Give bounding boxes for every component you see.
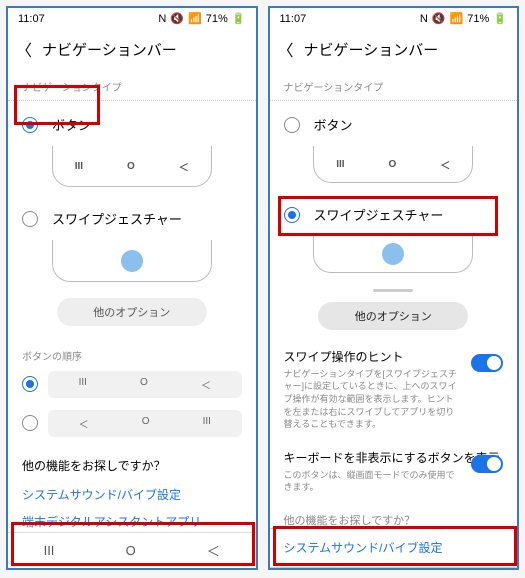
section-button-order: ボタンの順序	[8, 336, 256, 365]
radio-button[interactable]	[284, 117, 300, 133]
status-time: 11:07	[280, 13, 307, 25]
battery-icon: 🔋	[232, 12, 246, 25]
highlight-navbar	[11, 522, 255, 566]
preview-swipe-bar	[52, 240, 212, 281]
toggle-swipe-hint[interactable]	[471, 354, 503, 372]
footer-question-truncated: 他の機能をお探しですか？	[270, 504, 518, 528]
setting-swipe-hint[interactable]: スワイプ操作のヒント ナビゲーションタイプを[スワイプジェスチャー]に設定してい…	[270, 340, 518, 441]
battery-text: 71%	[206, 13, 228, 25]
nfc-icon: N	[158, 13, 166, 25]
battery-icon: 🔋	[493, 12, 507, 25]
other-options-button[interactable]: 他のオプション	[57, 298, 207, 326]
status-icons: N 🔇 📶 71% 🔋	[420, 12, 507, 25]
radio-swipe[interactable]	[22, 211, 38, 227]
order-bar-2: ＜ O III	[48, 410, 242, 437]
battery-text: 71%	[467, 13, 489, 25]
recent-icon: III	[75, 161, 83, 172]
link-system-sound[interactable]: システムサウンド/バイブ設定	[8, 480, 256, 507]
recent-icon: III	[336, 159, 344, 170]
status-icons: N 🔇 📶 71% 🔋	[158, 12, 245, 25]
setting-hide-keyboard[interactable]: キーボードを非表示にするボタンを表示 このボタンは、縦画面モードでのみ使用できま…	[270, 441, 518, 504]
back-nav-icon: ＜	[179, 159, 189, 174]
highlight-swipe-option	[278, 196, 498, 236]
status-bar: 11:07 N 🔇 📶 71% 🔋	[8, 8, 256, 29]
order-bar-1: III O ＜	[48, 371, 242, 398]
home-icon: O	[140, 377, 148, 392]
home-icon: O	[142, 416, 150, 431]
swipe-indicator-icon	[382, 243, 404, 265]
preview-swipe-bar	[313, 236, 473, 273]
setting-swipe-hint-desc: ナビゲーションタイプを[スワイプジェスチャー]に設定しているときに、上へのスワイ…	[284, 368, 504, 431]
page-header: 〈 ナビゲーションバー	[270, 29, 518, 71]
phone-left: 11:07 N 🔇 📶 71% 🔋 〈 ナビゲーションバー ナビゲーションタイプ…	[6, 6, 258, 570]
mute-icon: 🔇	[170, 12, 184, 25]
highlight-button-option	[14, 85, 100, 125]
nfc-icon: N	[420, 13, 428, 25]
option-button-label: ボタン	[314, 115, 353, 134]
section-nav-type: ナビゲーションタイプ	[270, 71, 518, 101]
status-bar: 11:07 N 🔇 📶 71% 🔋	[270, 8, 518, 29]
back-nav-icon: ＜	[440, 157, 450, 172]
radio-order-2[interactable]	[22, 415, 38, 431]
back-nav-icon: ＜	[79, 416, 89, 431]
radio-order-1[interactable]	[22, 376, 38, 392]
status-time: 11:07	[18, 13, 45, 25]
back-nav-icon: ＜	[201, 377, 211, 392]
preview-button-bar: III O ＜	[52, 146, 212, 187]
signal-icon: 📶	[188, 12, 202, 25]
home-icon: O	[127, 161, 135, 172]
recent-icon: III	[203, 416, 211, 431]
preview-button-bar: III O ＜	[313, 146, 473, 183]
home-icon: O	[389, 159, 397, 170]
back-icon[interactable]: 〈	[278, 37, 294, 61]
page-header: 〈 ナビゲーションバー	[8, 29, 256, 71]
swipe-indicator-icon	[121, 250, 143, 272]
option-swipe[interactable]: スワイプジェスチャー	[8, 199, 256, 238]
toggle-hide-keyboard[interactable]	[471, 455, 503, 473]
signal-icon: 📶	[450, 12, 464, 25]
recent-icon: III	[79, 377, 87, 392]
mute-icon: 🔇	[432, 12, 446, 25]
phone-right: 11:07 N 🔇 📶 71% 🔋 〈 ナビゲーションバー ナビゲーションタイプ…	[268, 6, 520, 570]
option-button[interactable]: ボタン	[270, 105, 518, 144]
other-options-button[interactable]: 他のオプション	[318, 302, 468, 330]
order-row-2[interactable]: ＜ O III	[8, 404, 256, 443]
page-title: ナビゲーションバー	[304, 39, 439, 60]
highlight-link	[273, 526, 517, 566]
order-row-1[interactable]: III O ＜	[8, 365, 256, 404]
option-swipe-label: スワイプジェスチャー	[52, 209, 182, 228]
back-icon[interactable]: 〈	[16, 37, 32, 61]
setting-hide-keyboard-desc: このボタンは、縦画面モードでのみ使用できます。	[284, 469, 504, 494]
footer-question: 他の機能をお探しですか？	[8, 443, 256, 480]
swipe-pill-icon	[373, 289, 413, 291]
page-title: ナビゲーションバー	[42, 39, 177, 60]
